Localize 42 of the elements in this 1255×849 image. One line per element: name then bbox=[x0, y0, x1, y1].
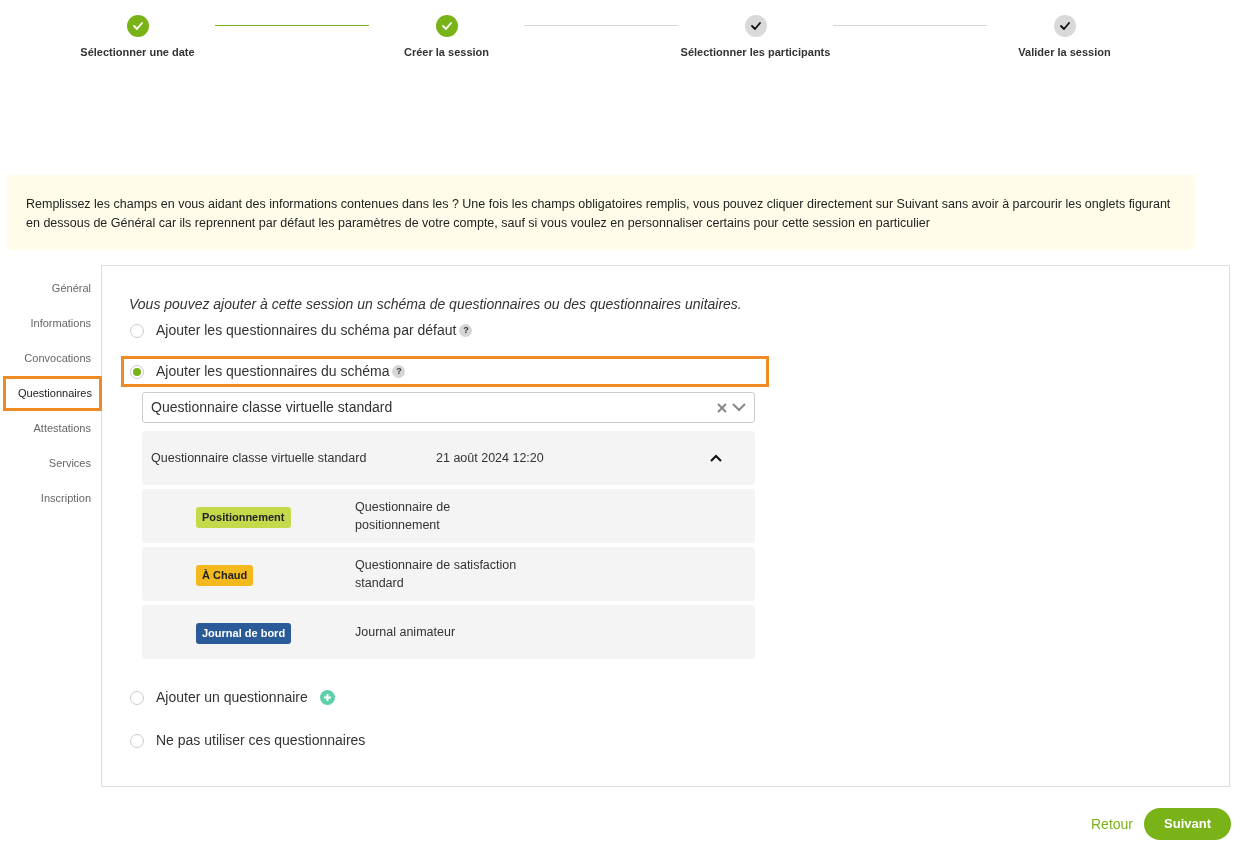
sidebar-tab[interactable]: Attestations bbox=[3, 411, 101, 446]
questionnaire-date: 21 août 2024 12:20 bbox=[436, 449, 544, 467]
clear-icon[interactable] bbox=[717, 402, 727, 413]
questionnaire-tag: Positionnement bbox=[196, 507, 291, 528]
step-label: Sélectionner les participants bbox=[680, 45, 831, 60]
radio-button[interactable] bbox=[130, 690, 144, 705]
check-icon bbox=[750, 22, 761, 30]
questionnaire-title: Questionnaire de satisfaction standard bbox=[355, 557, 518, 592]
select-value: Questionnaire classe virtuelle standard bbox=[151, 398, 394, 417]
check-icon bbox=[1059, 22, 1070, 30]
option-label[interactable]: Ajouter les questionnaires du schéma bbox=[156, 361, 390, 382]
help-icon[interactable]: ? bbox=[392, 365, 406, 378]
questionnaire-title: Journal animateur bbox=[355, 624, 457, 641]
sidebar-tab[interactable]: Inscription bbox=[3, 481, 101, 516]
check-icon bbox=[132, 22, 143, 30]
radio-button[interactable] bbox=[130, 733, 144, 748]
step-label: Créer la session bbox=[404, 45, 489, 60]
sidebar-tab[interactable]: Services bbox=[3, 446, 101, 481]
sidebar-tab[interactable]: Convocations bbox=[3, 341, 101, 376]
sidebar-tab[interactable]: Général bbox=[3, 271, 101, 306]
option-label[interactable]: Ne pas utiliser ces questionnaires bbox=[156, 730, 366, 751]
step-label: Valider la session bbox=[1018, 45, 1111, 60]
radio-button[interactable] bbox=[130, 364, 144, 379]
questionnaire-tag: Journal de bord bbox=[196, 623, 292, 644]
questionnaire-tag: À Chaud bbox=[196, 565, 254, 586]
intro-text: Vous pouvez ajouter à cette session un schéma de questionnaires ou des questionnaires unitaires. bbox=[129, 295, 743, 314]
questionnaire-title: Questionnaire de positionnement bbox=[355, 499, 452, 534]
schema-select[interactable]: Questionnaire classe virtuelle standard bbox=[142, 392, 755, 423]
radio-button[interactable] bbox=[130, 323, 144, 338]
help-icon[interactable]: ? bbox=[459, 324, 473, 337]
questionnaire-name: Questionnaire classe virtuelle standard bbox=[151, 449, 368, 467]
sidebar-tab[interactable]: Informations bbox=[3, 306, 101, 341]
add-icon[interactable] bbox=[319, 690, 335, 705]
info-banner: Remplissez les champs en vous aidant des informations contenues dans les ? Une fois les champs obligatoires remplis, vous pouvez cliquer directement sur Suivant sans avoir à parcourir les onglets figurant en dessous de Général car ils reprennent par défaut les paramètres de votre compte, sauf si vous voulez en personnaliser certains pour cette session en particulier bbox=[7, 175, 1195, 250]
option-label[interactable]: Ajouter un questionnaire bbox=[156, 687, 308, 708]
accordion-header[interactable]: Questionnaire classe virtuelle standard 21 août 2024 12:20 bbox=[142, 431, 755, 485]
step-label: Sélectionner une date bbox=[80, 45, 195, 60]
chevron-down-icon[interactable] bbox=[732, 403, 746, 412]
option-label[interactable]: Ajouter les questionnaires du schéma par défaut bbox=[156, 320, 457, 341]
check-icon bbox=[441, 22, 452, 30]
chevron-up-icon[interactable] bbox=[710, 454, 722, 462]
sidebar-tab[interactable]: Questionnaires bbox=[3, 376, 102, 411]
